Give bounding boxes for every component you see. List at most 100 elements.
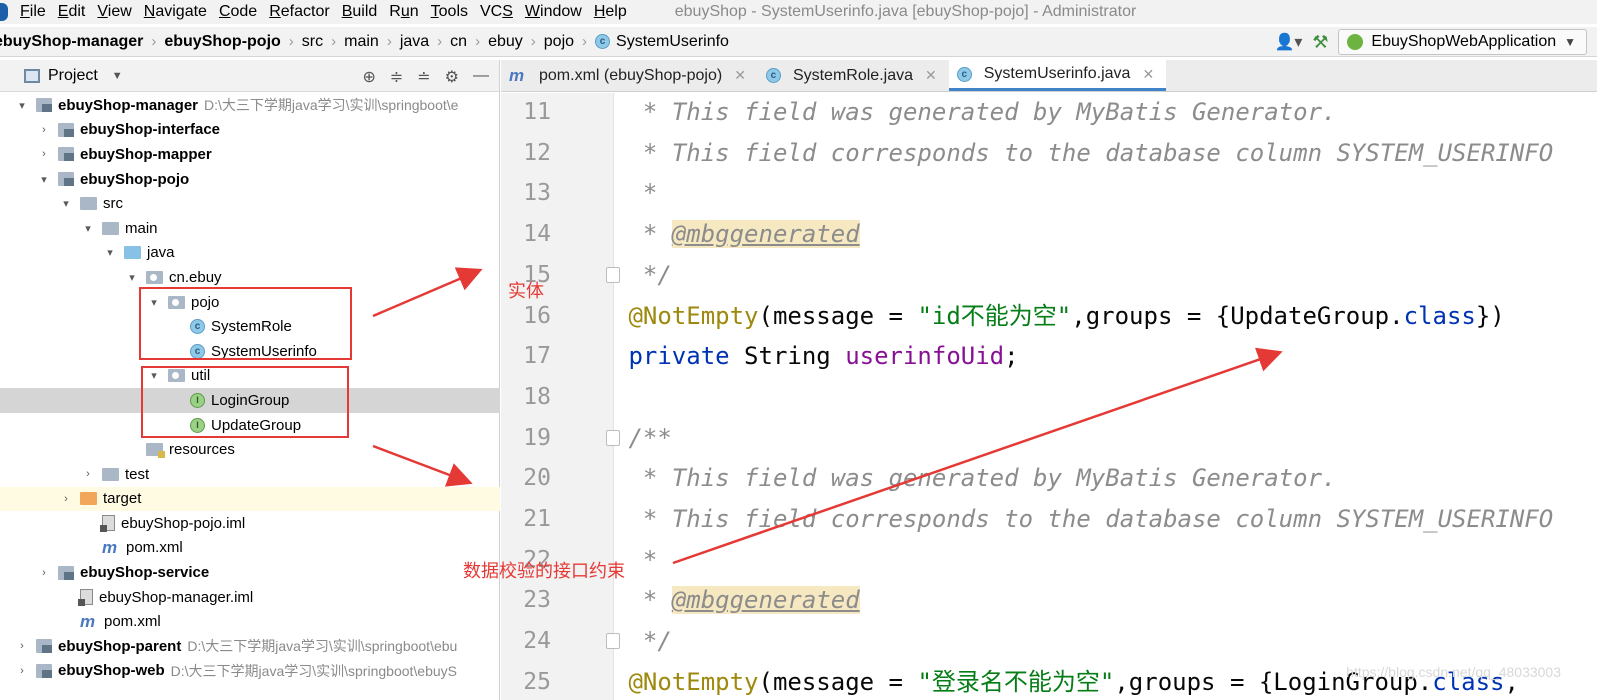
menu-item[interactable]: View [91, 3, 137, 21]
project-tree-item[interactable]: m pom.xml [0, 609, 500, 634]
module-icon [58, 122, 74, 137]
toolbar-right: 👤▾ ⚒ EbuyShopWebApplication ▼ [1274, 29, 1587, 55]
gear-icon[interactable]: ⚙ [445, 67, 459, 87]
breadcrumb-separator-icon: › [582, 32, 588, 50]
project-tree-item[interactable]: ▾ ebuyShop-pojo [0, 167, 500, 192]
intellij-app-icon[interactable] [0, 3, 8, 21]
project-tree-item[interactable]: ebuyShop-pojo.iml [0, 511, 500, 536]
menu-item[interactable]: VCS [474, 3, 519, 21]
code-line: * @mbggenerated [614, 214, 860, 254]
chevron-down-icon[interactable]: ▼ [112, 70, 123, 82]
code-token: (message = [758, 667, 918, 696]
project-tree-item-label: src [103, 195, 123, 213]
project-panel-title[interactable]: Project [48, 67, 98, 85]
chevron-right-icon[interactable]: › [80, 468, 96, 480]
code-token: * This field was generated by MyBatis Ge… [614, 98, 1337, 126]
build-hammer-icon[interactable]: ⚒ [1310, 32, 1330, 52]
menu-item[interactable]: Build [336, 3, 384, 21]
project-tree-item-label: ebuyShop-pojo.iml [121, 514, 246, 532]
code-token: */ [614, 627, 672, 656]
menu-item[interactable]: Help [588, 3, 633, 21]
project-tree-item-label: ebuyShop-manager [58, 96, 199, 114]
util-highlight-box [141, 366, 349, 438]
project-tree-item[interactable]: ebuyShop-manager.iml [0, 585, 500, 610]
chevron-down-icon[interactable]: ▾ [124, 271, 140, 284]
editor-tab[interactable]: c SystemRole.java ✕ [758, 60, 949, 91]
breadcrumb-item[interactable]: cn [450, 33, 467, 51]
project-tree-item[interactable]: m pom.xml [0, 536, 500, 561]
entity-annotation-label: 实体 [508, 281, 544, 301]
code-area[interactable]: * This field was generated by MyBatis Ge… [614, 93, 1597, 700]
project-tree-item[interactable]: ▾ main [0, 216, 500, 241]
menu-item[interactable]: Edit [52, 3, 92, 21]
module-icon [36, 98, 52, 113]
folder-blue-icon [124, 246, 141, 260]
maven-icon: m [509, 65, 525, 85]
menu-item[interactable]: Refactor [263, 3, 335, 21]
chevron-down-icon[interactable]: ▾ [102, 246, 118, 259]
chevron-right-icon[interactable]: › [14, 665, 30, 677]
project-tree-item[interactable]: › test [0, 462, 500, 487]
menu-item[interactable]: Code [213, 3, 263, 21]
breadcrumb-item[interactable]: ebuyShop-manager [0, 33, 143, 51]
expand-all-icon[interactable]: ≑ [390, 67, 403, 87]
close-icon[interactable]: ✕ [1142, 66, 1154, 83]
chevron-right-icon[interactable]: › [36, 148, 52, 160]
project-tree-item[interactable]: › ebuyShop-interface [0, 118, 500, 143]
chevron-right-icon[interactable]: › [58, 493, 74, 505]
locate-file-icon[interactable]: ⊕ [362, 67, 375, 87]
project-tree-item[interactable]: resources [0, 437, 500, 462]
chevron-right-icon[interactable]: › [36, 567, 52, 579]
breadcrumb-item[interactable]: ebuyShop-pojo [164, 33, 280, 51]
project-tree-item-label: target [103, 490, 142, 508]
breadcrumb-separator-icon: › [386, 32, 392, 50]
project-tree-item[interactable]: ▾ ebuyShop-manager D:\大三下学期java学习\实训\sprin… [0, 93, 500, 118]
project-tree-item[interactable]: › target [0, 486, 500, 512]
project-tree-item[interactable]: ▾ java [0, 241, 500, 266]
breadcrumb-item[interactable]: c SystemUserinfo [595, 33, 729, 51]
chevron-down-icon[interactable]: ▾ [58, 197, 74, 210]
project-tree-item-label: cn.ebuy [169, 268, 222, 286]
window-title: ebuyShop - SystemUserinfo.java [ebuyShop… [674, 3, 1137, 20]
maven-icon: m [102, 537, 118, 557]
breadcrumb-item[interactable]: src [302, 33, 323, 51]
editor-tab[interactable]: m pom.xml (ebuyShop-pojo) ✕ [501, 60, 758, 91]
chevron-down-icon[interactable]: ▾ [80, 222, 96, 235]
menu-item[interactable]: Navigate [138, 3, 213, 21]
menu-item[interactable]: Window [519, 3, 588, 21]
chevron-right-icon[interactable]: › [14, 640, 30, 652]
project-tree-item[interactable]: › ebuyShop-parent D:\大三下学期java学习\实训\spring… [0, 634, 500, 659]
breadcrumb-item[interactable]: ebuy [488, 33, 523, 51]
run-configuration-select[interactable]: EbuyShopWebApplication ▼ [1338, 29, 1587, 55]
project-tree-item[interactable]: › ebuyShop-service [0, 560, 500, 585]
hide-panel-icon[interactable]: — [473, 67, 489, 87]
chevron-down-icon[interactable]: ▾ [36, 173, 52, 186]
package-icon [146, 270, 163, 284]
menu-item[interactable]: File [14, 3, 52, 21]
project-tree-item[interactable]: ▾ src [0, 191, 500, 216]
breadcrumb-item[interactable]: main [344, 33, 379, 51]
user-icon[interactable]: 👤▾ [1274, 32, 1302, 52]
breadcrumb-separator-icon: › [475, 32, 481, 50]
project-tree-item-label: ebuyShop-manager.iml [99, 588, 254, 606]
module-icon [36, 639, 52, 654]
collapse-all-icon[interactable]: ≐ [417, 67, 430, 87]
chevron-right-icon[interactable]: › [36, 124, 52, 136]
project-tree-item[interactable]: › ebuyShop-mapper [0, 142, 500, 167]
code-line: /** [614, 418, 671, 458]
menu-item[interactable]: Run [383, 3, 424, 21]
folder-orange-icon [80, 492, 97, 506]
project-tree-item[interactable]: › ebuyShop-web D:\大三下学期java学习\实训\springboo… [0, 659, 500, 684]
editor-tab[interactable]: c SystemUserinfo.java ✕ [948, 60, 1167, 91]
breadcrumb-separator-icon: › [288, 32, 294, 50]
breadcrumb-item[interactable]: java [400, 33, 429, 51]
code-line: * This field corresponds to the database… [614, 133, 1553, 173]
iml-icon [78, 589, 93, 607]
breadcrumb-item[interactable]: pojo [544, 33, 574, 51]
module-path: D:\大三下学期java学习\实训\springboot\ebu [187, 638, 458, 655]
menu-item[interactable]: Tools [425, 3, 474, 21]
close-icon[interactable]: ✕ [925, 67, 937, 84]
chevron-down-icon[interactable]: ▾ [14, 99, 30, 112]
folder-icon [102, 221, 119, 235]
close-icon[interactable]: ✕ [734, 67, 746, 84]
